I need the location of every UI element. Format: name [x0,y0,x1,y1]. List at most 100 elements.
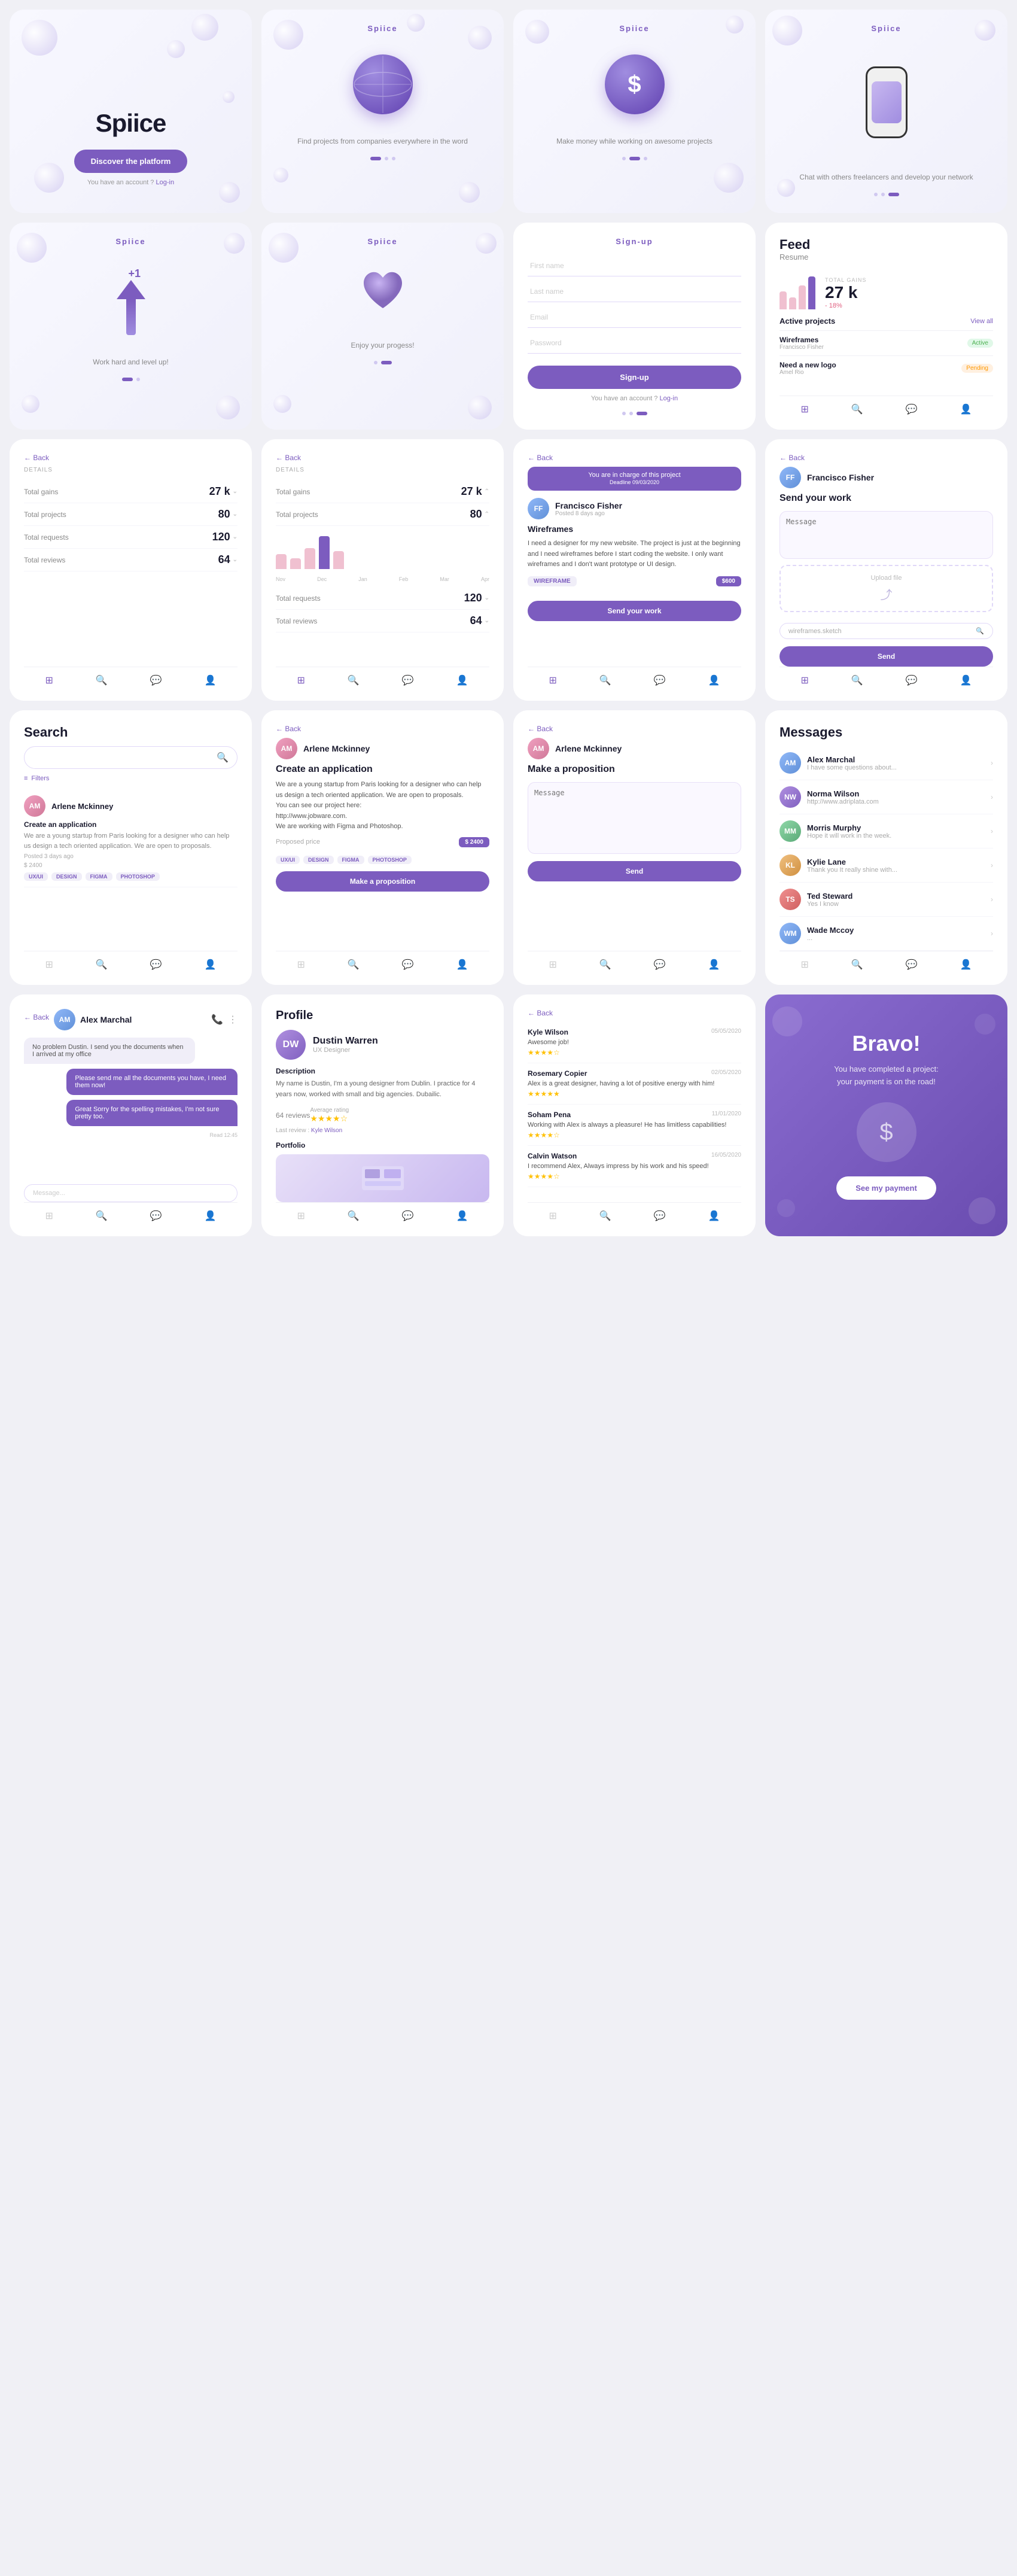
search-input-wrap[interactable]: 🔍 [24,746,237,769]
nav-search-icon[interactable]: 🔍 [851,403,863,415]
chat-input[interactable]: Message... [24,1184,237,1202]
project-item-wireframes[interactable]: Wireframes Francisco Fisher Active [780,330,993,355]
chat-call-icon[interactable]: 📞 [211,1014,223,1026]
nav-search-icon-d2[interactable]: 🔍 [348,674,360,686]
nav-search-icon-c[interactable]: 🔍 [96,1210,108,1222]
nav-profile-icon-m[interactable]: 👤 [960,959,972,971]
nav-home-icon-pr[interactable]: ⊞ [297,959,305,971]
nav-chat-icon-m[interactable]: 💬 [906,959,918,971]
nav-profile-icon-s[interactable]: 👤 [960,674,972,686]
bottom-nav-prop: ⊞ 🔍 💬 👤 [276,951,489,971]
search-result-1[interactable]: AM Arlene Mckinney Create an application… [24,789,237,887]
nav-profile-icon-d2[interactable]: 👤 [456,674,468,686]
firstname-field[interactable] [528,256,741,276]
nav-profile-icon-p[interactable]: 👤 [708,674,720,686]
pagination-dots-5 [374,361,392,364]
back-btn-prop[interactable]: ← Back [276,725,301,733]
msg-item-ted[interactable]: TS Ted Steward Yes I know › [780,883,993,917]
nav-home-icon-se[interactable]: ⊞ [45,959,53,971]
feed-card: Feed Resume TOTAL GAINS 27 k - 18% Activ… [765,223,1007,430]
nav-search-icon-sp[interactable]: 🔍 [599,959,611,971]
nav-search-icon-m[interactable]: 🔍 [851,959,863,971]
back-btn-reviews[interactable]: ← Back [528,1009,553,1017]
nav-chat-icon-d2[interactable]: 💬 [402,674,414,686]
nav-home-icon-d1[interactable]: ⊞ [45,674,53,686]
profile-desc: My name is Dustin, I'm a young designer … [276,1079,489,1100]
nav-search-icon-pf[interactable]: 🔍 [348,1210,360,1222]
nav-search-icon-s[interactable]: 🔍 [851,674,863,686]
back-btn-chat[interactable]: ← Back [24,1013,49,1021]
nav-home-icon-sp[interactable]: ⊞ [549,959,556,971]
back-btn-send-prop[interactable]: ← Back [528,725,553,733]
nav-home-icon-rv[interactable]: ⊞ [549,1210,556,1222]
nav-home-icon-pf[interactable]: ⊞ [297,1210,305,1222]
nav-search-icon-p[interactable]: 🔍 [599,674,611,686]
nav-home-icon[interactable]: ⊞ [800,403,808,415]
send-button[interactable]: Send [780,646,993,667]
see-payment-button[interactable]: See my payment [836,1176,936,1200]
nav-home-icon-d2[interactable]: ⊞ [297,674,305,686]
nav-profile-icon-se[interactable]: 👤 [205,959,217,971]
make-proposition-button[interactable]: Make a proposition [276,871,489,892]
nav-chat-icon[interactable]: 💬 [906,403,918,415]
nav-chat-icon-pr[interactable]: 💬 [402,959,414,971]
nav-home-icon-s[interactable]: ⊞ [800,674,808,686]
send-prop-button[interactable]: Send [528,861,741,881]
signup-login-link[interactable]: Log-in [660,395,678,402]
nav-chat-icon-s[interactable]: 💬 [906,674,918,686]
nav-profile-icon-d1[interactable]: 👤 [205,674,217,686]
search-card: Search 🔍 ≡ Filters AM Arlene Mckinney Cr… [10,710,252,985]
filter-row[interactable]: ≡ Filters [24,775,49,782]
nav-search-icon-se[interactable]: 🔍 [96,959,108,971]
send-prop-message[interactable] [528,782,741,854]
review-title-kyle: Awesome job! [528,1039,741,1046]
view-all-link[interactable]: View all [970,318,993,325]
project-item-logo[interactable]: Need a new logo Amel Rio Pending [780,355,993,381]
msg-item-morris[interactable]: MM Morris Murphy Hope it will work in th… [780,814,993,848]
nav-profile-icon-pr[interactable]: 👤 [456,959,468,971]
onboarding-title-2: Spiice [619,24,649,33]
send-work-message[interactable] [780,511,993,559]
msg-item-alex[interactable]: AM Alex Marchal I have some questions ab… [780,746,993,780]
nav-profile-icon-pf[interactable]: 👤 [456,1210,468,1222]
email-field[interactable] [528,307,741,328]
nav-chat-icon-rv[interactable]: 💬 [654,1210,666,1222]
nav-profile-icon-sp[interactable]: 👤 [708,959,720,971]
nav-home-icon-m[interactable]: ⊞ [800,959,808,971]
nav-home-icon-p[interactable]: ⊞ [549,674,556,686]
nav-search-icon-pr[interactable]: 🔍 [348,959,360,971]
project-author-2: Amel Rio [780,369,836,376]
file-input[interactable]: wireframes.sketch 🔍 [780,623,993,639]
signup-button[interactable]: Sign-up [528,366,741,389]
nav-profile-icon-rv[interactable]: 👤 [708,1210,720,1222]
nav-profile-icon-c[interactable]: 👤 [205,1210,217,1222]
stars-kyle: ★★★★☆ [528,1048,741,1057]
password-field[interactable] [528,333,741,354]
back-btn-details[interactable]: ← Back [24,454,49,462]
nav-profile-icon[interactable]: 👤 [960,403,972,415]
upload-area[interactable]: Upload file ⤴ [780,565,993,612]
nav-chat-icon-d1[interactable]: 💬 [150,674,162,686]
stat-label-reviews: Total reviews [24,556,65,564]
msg-item-norma[interactable]: NW Norma Wilson http://www.adriplata.com… [780,780,993,814]
msg-item-kylie[interactable]: KL Kylie Lane Thank you It really shine … [780,848,993,883]
nav-chat-icon-p[interactable]: 💬 [654,674,666,686]
nav-chat-icon-c[interactable]: 💬 [150,1210,162,1222]
nav-search-icon-d1[interactable]: 🔍 [96,674,108,686]
nav-search-icon-rv[interactable]: 🔍 [599,1210,611,1222]
login-link[interactable]: Log-in [156,179,175,186]
nav-home-icon-c[interactable]: ⊞ [45,1210,53,1222]
msg-item-wade[interactable]: WM Wade Mccoy ... › [780,917,993,951]
back-btn-project[interactable]: ← Back [528,454,553,462]
nav-chat-icon-se[interactable]: 💬 [150,959,162,971]
chat-more-icon[interactable]: ⋮ [228,1014,237,1026]
nav-chat-icon-pf[interactable]: 💬 [402,1210,414,1222]
nav-chat-icon-sp[interactable]: 💬 [654,959,666,971]
back-btn-details2[interactable]: ← Back [276,454,301,462]
send-work-button[interactable]: Send your work [528,601,741,621]
discover-button[interactable]: Discover the platform [74,150,188,173]
lastname-field[interactable] [528,281,741,302]
prop-tag-photoshop: PHOTOSHOP [368,856,412,864]
back-btn-send[interactable]: ← Back [780,454,805,462]
search-input[interactable] [33,753,217,762]
